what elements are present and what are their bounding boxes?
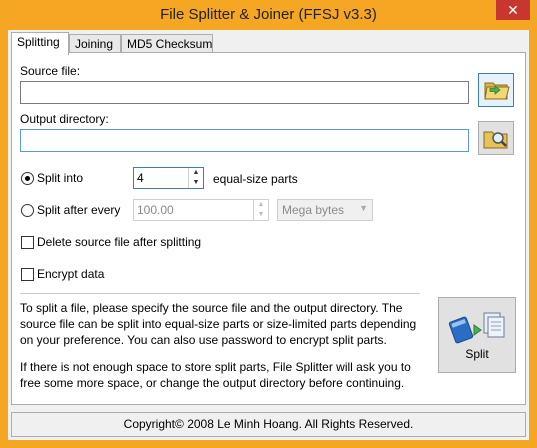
open-folder-icon xyxy=(484,82,510,100)
spin-up-icon[interactable]: ▲ xyxy=(254,200,268,210)
split-after-value: 100.00 xyxy=(137,203,174,217)
source-file-label: Source file: xyxy=(20,64,81,78)
app-window: File Splitter & Joiner (FFSJ v3.3) ✕ Spl… xyxy=(0,0,537,448)
tab-md5-checksum[interactable]: MD5 Checksum xyxy=(121,34,213,54)
split-into-value: 4 xyxy=(137,171,144,185)
client-area: Splitting Joining MD5 Checksum Source fi… xyxy=(8,30,529,440)
split-into-stepper[interactable]: 4 ▲ ▼ xyxy=(133,167,204,189)
encrypt-data-checkbox[interactable] xyxy=(21,268,34,281)
split-instructions: To split a file, please specify the sour… xyxy=(20,301,417,347)
split-into-radio[interactable] xyxy=(21,172,34,185)
unit-select-value: Mega bytes xyxy=(282,203,345,217)
tab-splitting[interactable]: Splitting xyxy=(11,32,69,55)
output-directory-label: Output directory: xyxy=(20,112,109,126)
status-bar: Copyright© 2008 Le Minh Hoang. All Right… xyxy=(11,412,526,437)
close-button[interactable]: ✕ xyxy=(496,0,530,20)
output-directory-input[interactable] xyxy=(20,129,469,152)
spin-down-icon[interactable]: ▼ xyxy=(189,178,203,188)
split-files-icon xyxy=(448,312,505,344)
split-after-radio[interactable] xyxy=(21,204,34,217)
spin-down-icon[interactable]: ▼ xyxy=(254,210,268,220)
spin-up-icon[interactable]: ▲ xyxy=(189,168,203,178)
split-button[interactable]: Split xyxy=(438,297,516,373)
space-notice: If there is not enough space to store sp… xyxy=(20,360,411,390)
browse-output-button[interactable] xyxy=(478,121,514,155)
browse-source-button[interactable] xyxy=(478,73,514,107)
window-title: File Splitter & Joiner (FFSJ v3.3) xyxy=(160,6,377,23)
source-file-input[interactable] xyxy=(20,81,469,104)
equal-parts-label: equal-size parts xyxy=(213,172,298,186)
search-folder-icon xyxy=(483,131,508,149)
chevron-down-icon: ▼ xyxy=(359,203,368,213)
splitting-panel: Source file: Output directory: Split int… xyxy=(11,52,526,405)
divider xyxy=(20,293,420,294)
delete-source-label: Delete source file after splitting xyxy=(37,235,202,249)
tab-joining[interactable]: Joining xyxy=(69,34,121,54)
split-into-label: Split into xyxy=(37,171,84,185)
delete-source-checkbox[interactable] xyxy=(21,236,34,249)
unit-select[interactable]: Mega bytes ▼ xyxy=(277,199,373,221)
title-bar: File Splitter & Joiner (FFSJ v3.3) ✕ xyxy=(0,0,537,30)
split-button-label: Split xyxy=(465,347,489,361)
split-after-label: Split after every xyxy=(37,203,121,217)
split-after-stepper[interactable]: 100.00 ▲ ▼ xyxy=(133,199,269,221)
encrypt-data-label: Encrypt data xyxy=(37,267,105,281)
